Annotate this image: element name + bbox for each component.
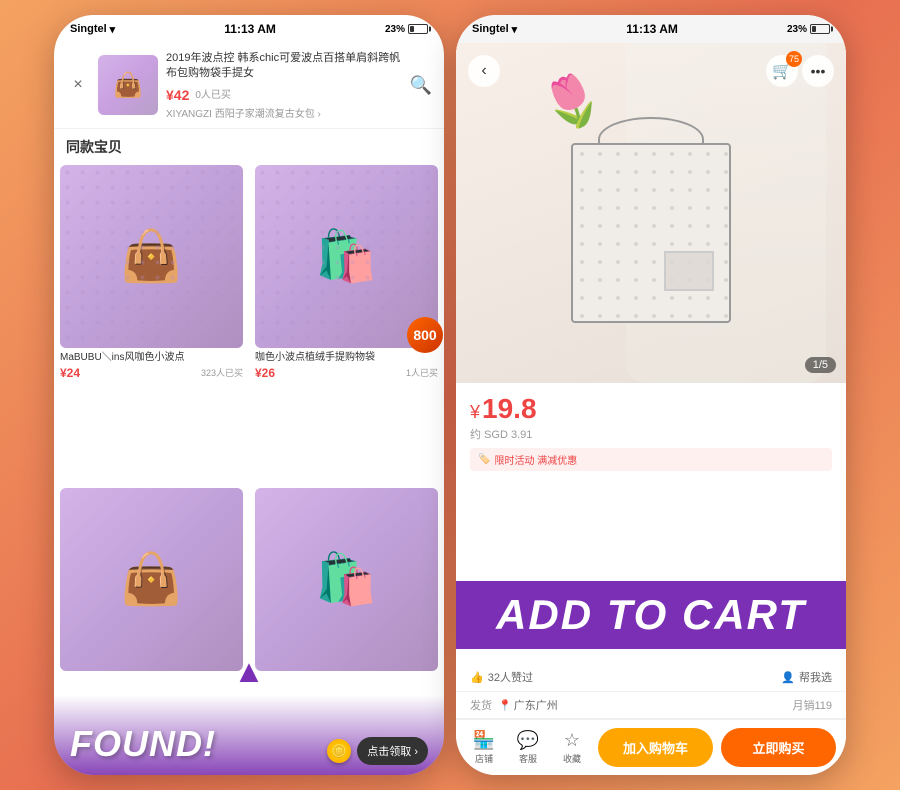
- promo-icon: 🏷️: [478, 454, 490, 465]
- favorite-label: 收藏: [563, 752, 581, 765]
- shipping-bar: 发货 📍 广东广州 月销119: [456, 692, 846, 719]
- product-image-area: 🌷 ‹ 🛒 75 ••• 1/5: [456, 43, 846, 383]
- favorite-nav-item[interactable]: ☆ 收藏: [554, 730, 590, 765]
- main-price: 19.8: [482, 393, 537, 425]
- promo-bar[interactable]: 🏷️ 限时活动 满减优惠: [470, 448, 832, 471]
- product-info: 2019年波点控 韩系chic可爱波点百搭单肩斜跨帆布包购物袋手提女 ¥42 0…: [166, 51, 402, 120]
- products-grid: 👜 MaBUBU＼ins风咖色小波点 ¥24 323人已买 🛍️ 800 咖色小…: [54, 161, 444, 775]
- mascot-badge: 800: [407, 317, 443, 353]
- price-sgd: 约 SGD 3.91: [470, 426, 832, 442]
- add-to-cart-button[interactable]: 加入购物车: [598, 728, 713, 767]
- battery-icon: [408, 24, 428, 34]
- buy-now-button[interactable]: 立即购买: [721, 728, 836, 767]
- product-image-2: 🛍️ 800: [255, 165, 438, 348]
- product-card-bottom-2: ¥26 1人已买: [255, 366, 438, 380]
- store-icon: 🏪: [473, 730, 495, 751]
- promo-text: 限时活动 满减优惠: [494, 452, 577, 467]
- battery-percent-right: 23%: [787, 24, 807, 35]
- product-card-bottom-1: ¥24 323人已买: [60, 366, 243, 380]
- tote-bag: [571, 143, 731, 323]
- product-card-3[interactable]: 👜: [54, 484, 249, 775]
- add-to-cart-banner[interactable]: ADD TO CART: [456, 581, 846, 649]
- product-price: ¥42: [166, 87, 189, 103]
- thumbs-up-icon: 👍: [470, 671, 484, 684]
- left-phone: Singtel ▾ 11:13 AM 23% × 👜 2019年波点控 韩系ch…: [54, 15, 444, 775]
- wifi-icon-right: ▾: [512, 23, 518, 36]
- monthly-sales: 月销119: [792, 697, 832, 713]
- product-card-price-1: ¥24: [60, 366, 80, 380]
- status-right-right: 23%: [787, 24, 830, 35]
- service-icon: 💬: [517, 730, 539, 751]
- similar-section-title: 同款宝贝: [54, 129, 444, 161]
- shipping-label: 发货: [470, 697, 492, 713]
- likes-item[interactable]: 👍 32人赞过: [470, 669, 533, 685]
- price-currency: ¥: [470, 402, 480, 423]
- status-left: Singtel ▾: [70, 23, 115, 36]
- time-display: 11:13 AM: [224, 22, 276, 36]
- battery-percent: 23%: [385, 24, 405, 35]
- favorite-icon: ☆: [564, 730, 580, 751]
- product-card-title-2: 咖色小波点植绒手提购物袋: [255, 351, 438, 364]
- battery-icon-right: [810, 24, 830, 34]
- carrier-text-right: Singtel: [472, 23, 509, 35]
- product-card-1[interactable]: 👜 MaBUBU＼ins风咖色小波点 ¥24 323人已买: [54, 161, 249, 484]
- help-select-text: 帮我选: [799, 669, 832, 685]
- bottom-nav: 🏪 店铺 💬 客服 ☆ 收藏 加入购物车 立即购买: [456, 719, 846, 775]
- right-phone: Singtel ▾ 11:13 AM 23%: [456, 15, 846, 775]
- product-card-4[interactable]: 🛍️: [249, 484, 444, 775]
- time-display-right: 11:13 AM: [626, 22, 678, 36]
- search-button[interactable]: 🔍: [410, 75, 432, 96]
- product-card-title-1: MaBUBU＼ins风咖色小波点: [60, 351, 243, 364]
- more-button[interactable]: •••: [802, 55, 834, 87]
- product-card-price-2: ¥26: [255, 366, 275, 380]
- store-label: 店铺: [475, 752, 493, 765]
- location-text: 广东广州: [514, 697, 558, 713]
- wifi-icon: ▾: [110, 23, 116, 36]
- cart-badge: 75: [786, 51, 802, 67]
- status-left-right: Singtel ▾: [472, 23, 517, 36]
- product-title: 2019年波点控 韩系chic可爱波点百搭单肩斜跨帆布包购物袋手提女: [166, 51, 402, 82]
- product-card-2[interactable]: 🛍️ 800 咖色小波点植绒手提购物袋 ¥26 1人已买: [249, 161, 444, 484]
- store-nav-item[interactable]: 🏪 店铺: [466, 730, 502, 765]
- status-right: 23%: [385, 24, 428, 35]
- status-bar-left: Singtel ▾ 11:13 AM 23%: [54, 15, 444, 43]
- product-header: × 👜 2019年波点控 韩系chic可爱波点百搭单肩斜跨帆布包购物袋手提女 ¥…: [54, 43, 444, 129]
- product-card-sold-1: 323人已买: [201, 366, 243, 379]
- tulip-decoration: 🌷: [533, 64, 612, 141]
- main-product-image: 🌷: [456, 43, 846, 383]
- likes-count: 32人赞过: [488, 669, 533, 685]
- help-select-item[interactable]: 👤 帮我选: [781, 669, 832, 685]
- product-image-4: 🛍️: [255, 488, 438, 671]
- status-bar-right: Singtel ▾ 11:13 AM 23%: [456, 15, 846, 43]
- service-nav-item[interactable]: 💬 客服: [510, 730, 546, 765]
- shipping-location: 📍 广东广州: [498, 697, 792, 713]
- product-seller[interactable]: XIYANGZI 西阳子家潮流复古女包 ›: [166, 105, 402, 120]
- bag-thumbnail-icon: 👜: [113, 71, 143, 100]
- image-counter: 1/5: [805, 357, 836, 373]
- arrow-up-indicator: ▲: [233, 653, 265, 690]
- social-bar: 👍 32人赞过 👤 帮我选: [456, 663, 846, 692]
- product-image-1: 👜: [60, 165, 243, 348]
- product-thumbnail: 👜: [98, 55, 158, 115]
- cart-top-button[interactable]: 🛒 75: [766, 55, 798, 87]
- carrier-text: Singtel: [70, 23, 107, 35]
- location-pin-icon: 📍: [498, 699, 512, 712]
- product-card-sold-2: 1人已买: [406, 366, 438, 379]
- close-button[interactable]: ×: [66, 73, 90, 97]
- service-label: 客服: [519, 752, 537, 765]
- product-sold: 0人已买: [195, 86, 231, 101]
- back-button[interactable]: ‹: [468, 55, 500, 87]
- collect-button[interactable]: 点击领取 ›: [357, 737, 428, 765]
- product-detail-area: ¥ 19.8 约 SGD 3.91 🏷️ 限时活动 满减优惠: [456, 383, 846, 581]
- product-image-3: 👜: [60, 488, 243, 671]
- person-icon: 👤: [781, 671, 795, 684]
